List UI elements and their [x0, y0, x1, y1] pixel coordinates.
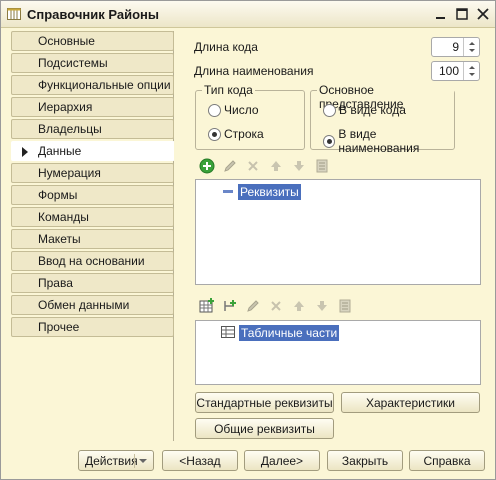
radio-label: В виде наименования	[338, 127, 420, 155]
collapse-icon[interactable]	[222, 185, 234, 200]
tab-commands[interactable]: Команды	[11, 207, 174, 227]
delete-icon[interactable]	[267, 297, 285, 315]
back-button[interactable]: <Назад	[162, 450, 238, 471]
tab-label: Нумерация	[38, 166, 101, 180]
tab-label: Команды	[38, 210, 89, 224]
code-type-group: Тип кода Число Строка	[195, 83, 305, 150]
close-window-button[interactable]	[473, 5, 493, 23]
spinner-arrows-icon[interactable]	[463, 38, 479, 56]
tab-label: Макеты	[38, 232, 81, 246]
tab-label: Основные	[38, 34, 95, 48]
tab-label: Владельцы	[38, 122, 102, 136]
radio-dot	[323, 134, 336, 148]
add-table-icon[interactable]	[198, 297, 216, 315]
presentation-name-radio[interactable]: В виде наименования	[323, 127, 454, 155]
code-length-spinner[interactable]: 9	[431, 37, 480, 57]
tree-row-attributes[interactable]: Реквизиты	[222, 184, 301, 200]
move-down-icon[interactable]	[290, 157, 308, 175]
active-tab-arrow-icon	[22, 147, 28, 157]
tab-label: Права	[38, 276, 73, 290]
dialog-window: Справочник Районы Основные Подсистемы Фу…	[0, 0, 496, 480]
next-button[interactable]: Далее>	[244, 450, 320, 471]
dropdown-separator	[134, 454, 135, 468]
radio-label: Число	[224, 103, 259, 117]
help-button[interactable]: Справка	[409, 450, 485, 471]
tab-data[interactable]: Данные	[11, 141, 175, 161]
window-title: Справочник Районы	[27, 7, 159, 22]
actions-dropdown-button[interactable]: Действия	[78, 450, 154, 471]
sort-list-icon[interactable]	[336, 297, 354, 315]
code-type-string-radio[interactable]: Строка	[208, 127, 264, 141]
tree-item-label: Реквизиты	[238, 184, 301, 200]
spinner-arrows-icon[interactable]	[463, 62, 479, 80]
sort-list-icon[interactable]	[313, 157, 331, 175]
edit-icon[interactable]	[221, 157, 239, 175]
attributes-toolbar	[198, 157, 331, 175]
tab-subsystems[interactable]: Подсистемы	[11, 53, 174, 73]
radio-dot	[208, 127, 221, 141]
tab-rights[interactable]: Права	[11, 273, 174, 293]
characteristics-button[interactable]: Характеристики	[341, 392, 480, 413]
catalog-icon	[7, 7, 21, 21]
code-type-number-radio[interactable]: Число	[208, 103, 259, 117]
move-up-icon[interactable]	[290, 297, 308, 315]
delete-icon[interactable]	[244, 157, 262, 175]
tab-label: Прочее	[38, 320, 80, 334]
radio-label: Строка	[224, 127, 264, 141]
tab-forms[interactable]: Формы	[11, 185, 174, 205]
tab-other[interactable]: Прочее	[11, 317, 174, 337]
code-length-label: Длина кода	[194, 40, 258, 54]
close-button[interactable]: Закрыть	[327, 450, 403, 471]
title-bar: Справочник Районы	[1, 1, 495, 28]
data-tab-panel: Длина кода 9 Длина наименования 100 Тип …	[174, 31, 488, 441]
minimize-button[interactable]	[431, 5, 451, 23]
presentation-code-radio[interactable]: В виде кода	[323, 103, 406, 117]
tab-input-on-basis[interactable]: Ввод на основании	[11, 251, 174, 271]
tab-label: Данные	[38, 144, 82, 158]
name-length-spinner[interactable]: 100	[431, 61, 480, 81]
add-icon[interactable]	[198, 157, 216, 175]
radio-dot	[323, 103, 336, 117]
tab-data-exchange[interactable]: Обмен данными	[11, 295, 174, 315]
name-length-value: 100	[438, 64, 459, 78]
tab-label: Обмен данными	[38, 298, 130, 312]
actions-label: Действия	[85, 453, 138, 468]
tab-label: Формы	[38, 188, 78, 202]
edit-icon[interactable]	[244, 297, 262, 315]
move-down-icon[interactable]	[313, 297, 331, 315]
tab-functional-options[interactable]: Функциональные опции	[11, 75, 174, 95]
chevron-down-icon	[139, 459, 147, 463]
tab-label: Ввод на основании	[38, 254, 145, 268]
tab-hierarchy[interactable]: Иерархия	[11, 97, 174, 117]
tab-owners[interactable]: Владельцы	[11, 119, 174, 139]
radio-dot	[208, 103, 221, 117]
maximize-button[interactable]	[452, 5, 472, 23]
tab-label: Функциональные опции	[38, 78, 171, 92]
tabular-parts-tree[interactable]: Табличные части	[195, 320, 481, 385]
tab-templates[interactable]: Макеты	[11, 229, 174, 249]
main-presentation-group: Основное представление В виде кода В вид…	[310, 83, 455, 155]
table-icon	[221, 325, 235, 341]
tree-row-tabular-parts[interactable]: Табличные части	[221, 325, 340, 341]
attributes-tree[interactable]: Реквизиты	[195, 179, 481, 285]
code-length-value: 9	[452, 40, 459, 54]
name-length-label: Длина наименования	[194, 64, 314, 78]
move-up-icon[interactable]	[267, 157, 285, 175]
tab-list: Основные Подсистемы Функциональные опции…	[11, 31, 175, 441]
code-type-title: Тип кода	[202, 83, 255, 97]
tab-main[interactable]: Основные	[11, 31, 174, 51]
tab-numbering[interactable]: Нумерация	[11, 163, 174, 183]
tab-label: Подсистемы	[38, 56, 108, 70]
tab-label: Иерархия	[38, 100, 93, 114]
tabular-toolbar	[198, 297, 354, 315]
common-attributes-button[interactable]: Общие реквизиты	[195, 418, 334, 439]
add-column-icon[interactable]	[221, 297, 239, 315]
tree-item-label: Табличные части	[239, 325, 340, 341]
radio-label: В виде кода	[339, 103, 406, 117]
standard-attributes-button[interactable]: Стандартные реквизиты	[195, 392, 334, 413]
